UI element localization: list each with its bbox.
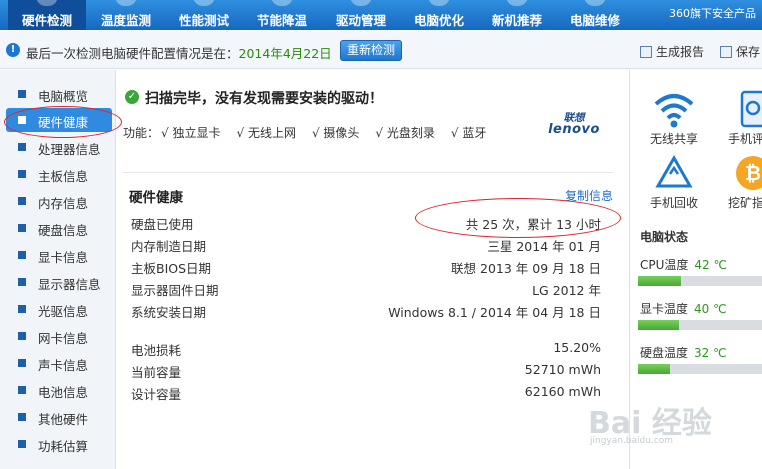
divider [123, 172, 613, 173]
speed-icon [193, 0, 215, 6]
info-icon: ! [6, 43, 20, 57]
laptop-icon [506, 0, 528, 6]
info-row: 系统安装日期 Windows 8.1 / 2014 年 04 月 18 日 [131, 305, 601, 320]
function-item: √ 光盘刻录 [375, 126, 435, 140]
tab-temperature[interactable]: 温度监测 [87, 0, 165, 30]
wifi-icon [654, 94, 694, 128]
tab-hardware-check[interactable]: 硬件检测 [8, 0, 86, 30]
tab-new-pc[interactable]: 新机推荐 [478, 0, 556, 30]
lenovo-logo: 联想 lenovo [548, 112, 600, 137]
function-item: √ 摄像头 [311, 126, 360, 140]
recycle-icon [655, 154, 693, 188]
info-row: 显示器固件日期 LG 2012 年 [131, 283, 601, 298]
functions-line: 功能： √ 独立显卡 √ 无线上网 √ 摄像头 √ 光盘刻录 √ 蓝牙 [123, 126, 487, 140]
baidu-watermark-url: jingyan.baidu.com [590, 436, 674, 446]
phone-recycle-tool[interactable]: 手机回收 [644, 154, 704, 214]
temp-bar-fill [638, 320, 679, 330]
bullet-icon [18, 386, 26, 394]
sidebar-item-sound[interactable]: 声卡信息 [0, 351, 116, 375]
top-tab-bar: 硬件检测 温度监测 性能测试 节能降温 驱动管理 电脑优化 新机推荐 电脑维修 … [0, 0, 762, 30]
pc-status-title: 电脑状态 [640, 230, 689, 244]
bitcoin-icon: ₿ [736, 156, 762, 190]
camera-icon [720, 46, 732, 58]
section-title: 硬件健康 [129, 190, 183, 206]
sidebar-item-network[interactable]: 网卡信息 [0, 324, 116, 348]
tab-driver-manage[interactable]: 驱动管理 [322, 0, 400, 30]
bullet-icon [18, 413, 26, 421]
wifi-share-tool[interactable]: 无线共享 [644, 90, 704, 150]
bullet-icon [18, 332, 26, 340]
bullet-icon [18, 278, 26, 286]
battery-row: 电池损耗 15.20% [131, 340, 601, 358]
bullet-icon [18, 143, 26, 151]
recheck-button[interactable]: 重新检测 [340, 40, 402, 61]
save-button[interactable]: 保存 [720, 43, 760, 60]
function-item: √ 独立显卡 [161, 126, 221, 140]
sidebar-item-monitor[interactable]: 显示器信息 [0, 270, 116, 294]
check-icon: ✓ [125, 90, 139, 104]
leaf-icon [271, 0, 293, 6]
svg-text:₿: ₿ [745, 161, 761, 185]
bullet-icon [18, 440, 26, 448]
bullet-icon [18, 251, 26, 259]
sidebar-item-motherboard[interactable]: 主板信息 [0, 162, 116, 186]
gpu-temp-bar [638, 320, 762, 330]
bullet-icon [18, 305, 26, 313]
bullet-icon [18, 170, 26, 178]
tab-energy-saving[interactable]: 节能降温 [243, 0, 321, 30]
temp-bar-fill [638, 276, 682, 286]
cpu-temp-bar [638, 276, 762, 286]
disk-temp-bar [638, 364, 762, 374]
sidebar-item-gpu[interactable]: 显卡信息 [0, 243, 116, 267]
sidebar-item-optical[interactable]: 光驱信息 [0, 297, 116, 321]
scan-result-title: 扫描完毕，没有发现需要安装的驱动！ [145, 91, 383, 107]
sidebar: 电脑概览 硬件健康 处理器信息 主板信息 内存信息 硬盘信息 显卡信息 显示器信… [0, 70, 122, 469]
temp-bar-fill [638, 364, 671, 374]
cpu-temp-label: CPU温度 42 ℃ [640, 258, 727, 272]
report-icon [640, 46, 652, 58]
sidebar-item-battery[interactable]: 电池信息 [0, 378, 116, 402]
last-check-text: 最后一次检测电脑硬件配置情况是在：2014年4月22日 [26, 46, 332, 61]
generate-report-button[interactable]: 生成报告 [640, 43, 704, 60]
bullet-icon [18, 197, 26, 205]
thermometer-icon [115, 0, 137, 6]
info-row: 主板BIOS日期 联想 2013 年 09 月 18 日 [131, 261, 601, 276]
bullet-icon [18, 224, 26, 232]
gear-icon [350, 0, 372, 6]
sidebar-item-cpu[interactable]: 处理器信息 [0, 135, 116, 159]
rocket-icon [428, 0, 450, 6]
phone-icon [740, 90, 762, 128]
sidebar-item-other[interactable]: 其他硬件 [0, 405, 116, 429]
gpu-temp-label: 显卡温度 40 ℃ [640, 302, 727, 316]
bullet-icon [18, 90, 26, 98]
highlight-oval [4, 106, 122, 138]
sidebar-item-power[interactable]: 功耗估算 [0, 432, 116, 456]
highlight-oval [415, 198, 621, 238]
wrench-icon [584, 0, 606, 6]
bullet-icon [18, 359, 26, 367]
sidebar-item-memory[interactable]: 内存信息 [0, 189, 116, 213]
brand-text: 360旗下安全产品 [669, 7, 756, 20]
tab-pc-optimize[interactable]: 电脑优化 [400, 0, 478, 30]
sidebar-item-overview[interactable]: 电脑概览 [0, 82, 116, 106]
last-check-date: 2014年4月22日 [238, 46, 332, 61]
tab-performance[interactable]: 性能测试 [165, 0, 243, 30]
function-item: √ 蓝牙 [450, 126, 487, 140]
disk-temp-label: 硬盘温度 32 ℃ [640, 346, 727, 360]
battery-row: 设计容量 62160 mWh [131, 384, 601, 402]
sidebar-item-disk[interactable]: 硬盘信息 [0, 216, 116, 240]
battery-row: 当前容量 52710 mWh [131, 362, 601, 380]
tab-repair[interactable]: 电脑维修 [556, 0, 634, 30]
function-item: √ 无线上网 [236, 126, 296, 140]
main-panel: ✓ 扫描完毕，没有发现需要安装的驱动！ 功能： √ 独立显卡 √ 无线上网 √ 摄像头… [117, 70, 629, 469]
info-bar: ! 最后一次检测电脑硬件配置情况是在：2014年4月22日 重新检测 生成报告 … [0, 31, 762, 69]
hardware-icon [36, 0, 58, 6]
mining-tool[interactable]: ₿ 挖矿指 [722, 154, 762, 214]
phone-eval-tool[interactable]: 手机评 [722, 90, 762, 150]
